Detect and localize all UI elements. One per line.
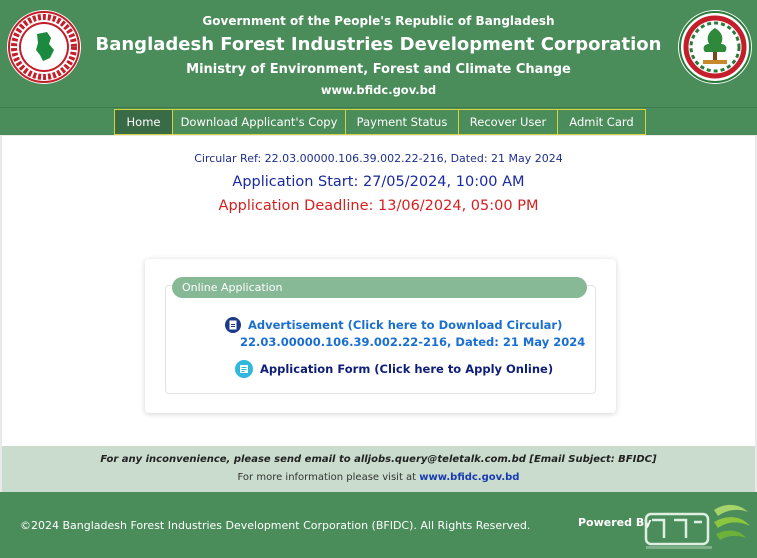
site-header: Government of the People's Republic of B…: [0, 0, 757, 107]
application-start: Application Start: 27/05/2024, 10:00 AM: [232, 174, 525, 190]
nav-home[interactable]: Home: [114, 109, 173, 135]
application-deadline: Application Deadline: 13/06/2024, 05:00 …: [218, 198, 539, 214]
main-content: Circular Ref: 22.03.00000.106.39.002.22-…: [2, 136, 755, 446]
organization-name: Bangladesh Forest Industries Development…: [95, 34, 662, 55]
advertisement-link-text: Advertisement (Click here to Download Ci…: [248, 318, 563, 332]
ministry-name: Ministry of Environment, Forest and Clim…: [186, 62, 571, 77]
powered-by-label: Powered By: [578, 516, 652, 529]
support-info: For any inconvenience, please send email…: [2, 446, 755, 492]
form-icon: [235, 360, 253, 378]
teletalk-logo: [644, 498, 754, 558]
support-email-note: For any inconvenience, please send email…: [100, 454, 657, 465]
online-application-card: Online Application Advertisement (Click …: [145, 259, 616, 413]
advertisement-link[interactable]: Advertisement (Click here to Download Ci…: [225, 317, 562, 333]
more-info-link[interactable]: www.bfidc.gov.bd: [419, 472, 519, 483]
online-application-title: Online Application: [172, 277, 587, 298]
nav-admit-card[interactable]: Admit Card: [557, 109, 646, 135]
government-title: Government of the People's Republic of B…: [202, 14, 555, 28]
more-info-line: For more information please visit at www…: [2, 472, 755, 483]
pdf-document-icon: [225, 317, 241, 333]
nav-recover-user[interactable]: Recover User: [458, 109, 558, 135]
advertisement-reference[interactable]: 22.03.00000.106.39.002.22-216, Dated: 21…: [240, 335, 585, 349]
bfidc-emblem-logo: [678, 10, 752, 84]
more-info-prefix: For more information please visit at: [237, 472, 417, 483]
website-url: www.bfidc.gov.bd: [320, 83, 437, 97]
nav-payment-status[interactable]: Payment Status: [345, 109, 459, 135]
main-navigation: Home Download Applicant's Copy Payment S…: [0, 107, 757, 135]
site-footer: ©2024 Bangladesh Forest Industries Devel…: [0, 492, 757, 558]
application-form-link[interactable]: Application Form (Click here to Apply On…: [235, 360, 553, 378]
nav-download-applicant-copy[interactable]: Download Applicant's Copy: [172, 109, 346, 135]
circular-reference: Circular Ref: 22.03.00000.106.39.002.22-…: [194, 152, 563, 165]
application-form-link-text: Application Form (Click here to Apply On…: [260, 362, 554, 376]
copyright-text: ©2024 Bangladesh Forest Industries Devel…: [20, 519, 531, 532]
